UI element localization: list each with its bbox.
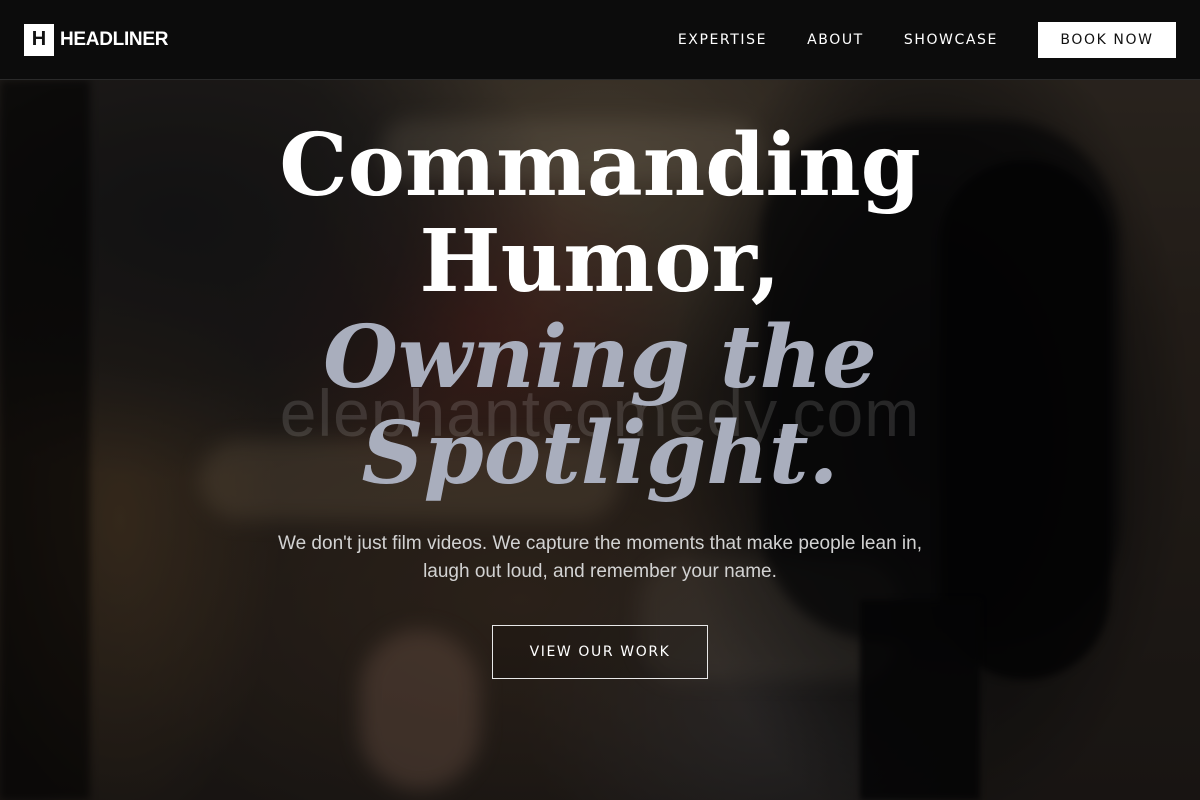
book-now-button[interactable]: BOOK NOW (1038, 21, 1176, 58)
hero-subtext: We don't just film videos. We capture th… (278, 533, 922, 582)
nav-link-about[interactable]: ABOUT (807, 32, 864, 48)
nav-menu: EXPERTISE ABOUT SHOWCASE BOOK NOW (678, 21, 1176, 58)
headline-line-2: Humor, (419, 211, 781, 312)
top-navbar: H HEADLINER EXPERTISE ABOUT SHOWCASE BOO… (0, 0, 1200, 80)
brand-logo[interactable]: H HEADLINER (24, 23, 169, 56)
nav-link-showcase[interactable]: SHOWCASE (904, 32, 998, 48)
brand-mark-icon: H (24, 23, 54, 56)
nav-link-expertise[interactable]: EXPERTISE (678, 32, 767, 48)
brand-name: HEADLINER (60, 28, 169, 50)
hero-headline: Commanding Humor, Owning the Spotlight. (0, 118, 1200, 502)
headline-line-1: Commanding (279, 115, 921, 216)
headline-italic-line-1: Owning the (323, 307, 877, 408)
view-our-work-button[interactable]: VIEW OUR WORK (492, 625, 708, 679)
headline-italic-line-2: Spotlight. (361, 403, 839, 504)
